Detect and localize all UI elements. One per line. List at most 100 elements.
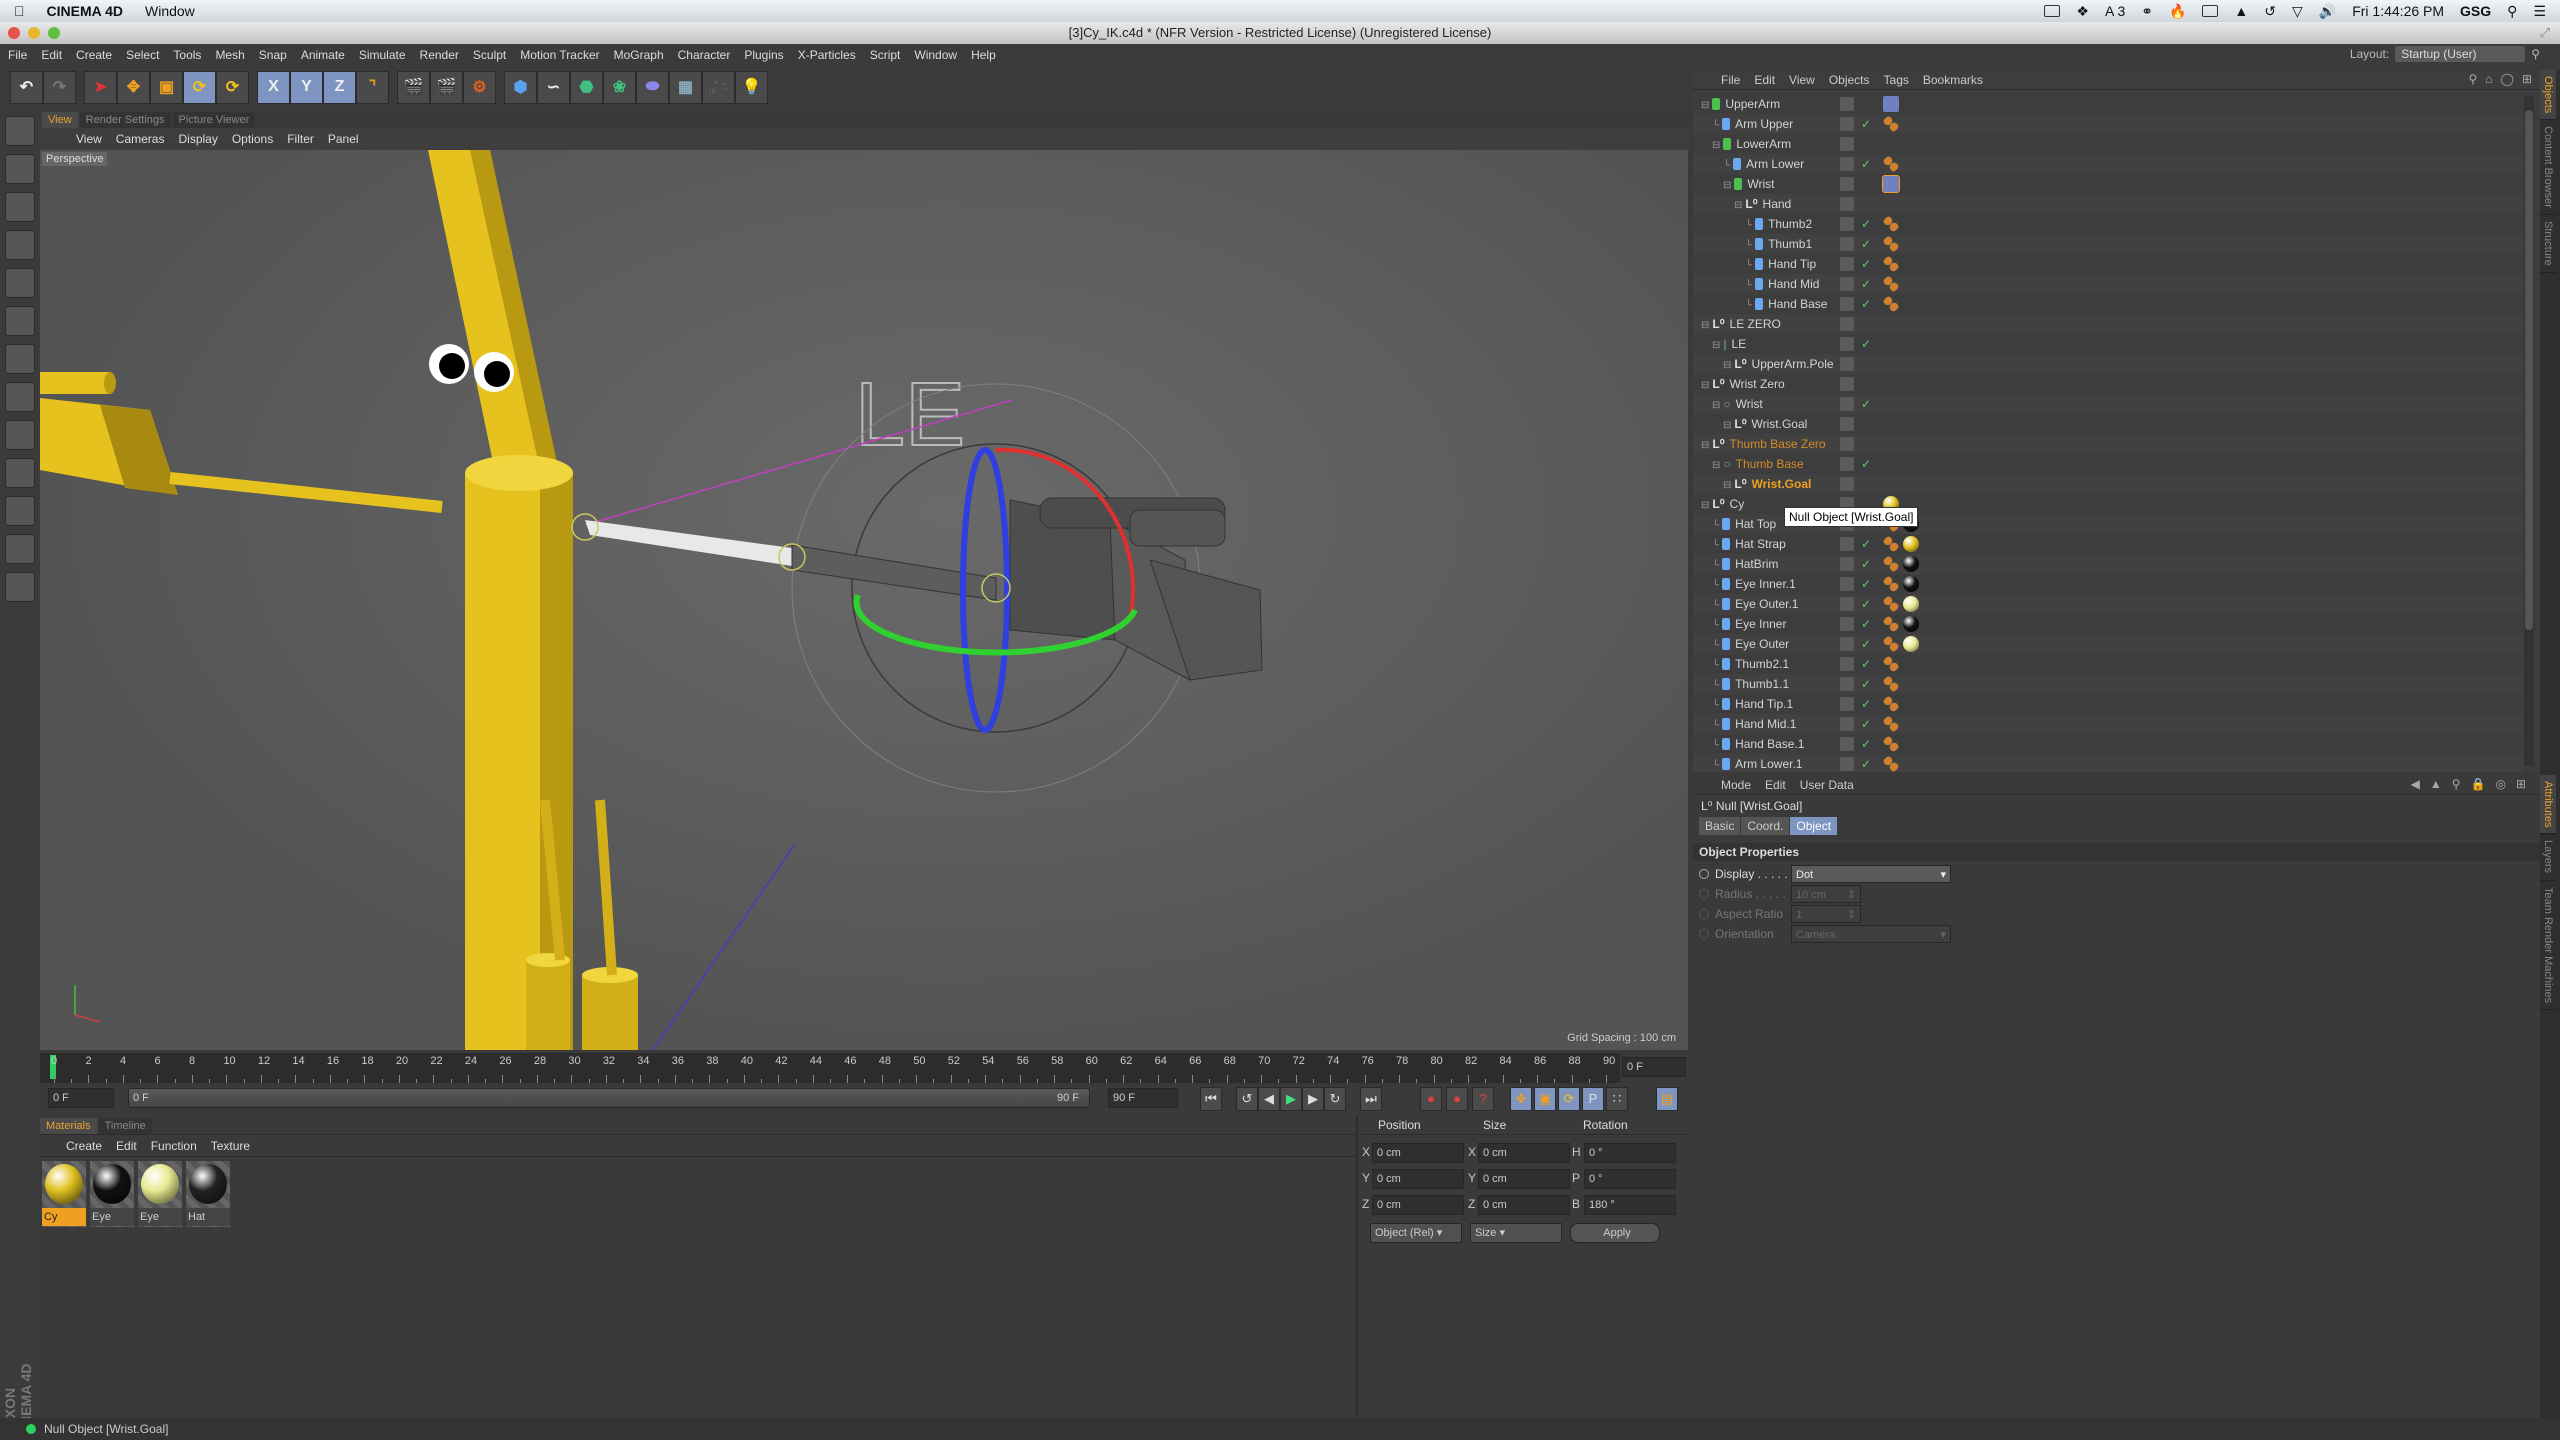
object-name[interactable]: Cy [1730, 497, 1745, 511]
lock-icon[interactable]: 🔒 [2471, 777, 2486, 791]
object-row[interactable]: ⊟ L⁰ Wrist.Goal [1693, 414, 2523, 434]
zoom-window-button[interactable] [48, 27, 60, 39]
move-tool[interactable]: ✥ [117, 70, 150, 104]
expand-toggle-icon[interactable]: └ [1712, 580, 1719, 591]
phong-tag-icon[interactable] [1883, 236, 1899, 252]
expand-toggle-icon[interactable]: ⊟ [1723, 480, 1731, 491]
tweak-mode-icon[interactable] [5, 420, 35, 450]
array-icon[interactable]: ❀ [603, 70, 636, 104]
snap-icon[interactable] [5, 458, 35, 488]
phong-tag-icon[interactable] [1883, 556, 1899, 572]
expand-toggle-icon[interactable]: ⊟ [1734, 200, 1742, 211]
polygons-mode-icon[interactable] [5, 344, 35, 374]
render-picture-viewer-icon[interactable]: 🎬 [430, 70, 463, 104]
object-row[interactable]: ⊟ L⁰ LE ZERO [1693, 314, 2523, 334]
object-name[interactable]: Thumb2 [1768, 217, 1812, 231]
spotlight-icon[interactable]: ⚲ [2507, 3, 2517, 20]
object-row[interactable]: ⊟ ○ Wrist ✓ [1693, 394, 2523, 414]
menu-tools[interactable]: Tools [173, 48, 201, 62]
tab-materials[interactable]: Materials [40, 1118, 97, 1134]
layer-visibility-icon[interactable] [1840, 297, 1854, 311]
object-name[interactable]: HatBrim [1735, 557, 1778, 571]
layer-visibility-icon[interactable] [1840, 377, 1854, 391]
coordinate-system-button[interactable]: ⌝ [356, 70, 389, 104]
object-row[interactable]: ⊟ L⁰ Wrist Zero [1693, 374, 2523, 394]
object-name[interactable]: Thumb1.1 [1735, 677, 1789, 691]
tab-render-settings[interactable]: Render Settings [79, 112, 171, 128]
phong-tag-icon[interactable] [1883, 676, 1899, 692]
home-icon[interactable]: ⌂ [2485, 72, 2492, 86]
object-menu-edit[interactable]: Edit [1754, 73, 1775, 87]
material-tag-icon[interactable] [1903, 556, 1919, 572]
enabled-check-icon[interactable]: ✓ [1861, 154, 1871, 174]
record-active-objects-button[interactable]: ● [1420, 1087, 1442, 1111]
next-frame-button[interactable]: ▶ [1302, 1087, 1324, 1111]
phong-tag-icon[interactable] [1883, 696, 1899, 712]
search-icon[interactable]: ⚲ [2468, 72, 2477, 86]
start-frame-field[interactable]: 0 F [48, 1088, 114, 1108]
creative-cloud-icon[interactable]: ⚭ [2141, 3, 2153, 20]
object-menu-bookmarks[interactable]: Bookmarks [1923, 73, 1983, 87]
object-name[interactable]: Wrist.Goal [1752, 417, 1808, 431]
size-field-z[interactable]: 0 cm [1478, 1195, 1570, 1215]
window-menu[interactable]: Window [145, 3, 195, 19]
dock-tab-content-browser[interactable]: Content Browser [2540, 120, 2556, 216]
object-name[interactable]: Wrist.Goal [1752, 477, 1812, 491]
phong-tag-icon[interactable] [1883, 636, 1899, 652]
layer-visibility-icon[interactable] [1840, 737, 1854, 751]
enabled-check-icon[interactable]: ✓ [1861, 454, 1871, 474]
layer-visibility-icon[interactable] [1840, 237, 1854, 251]
model-mode-icon[interactable] [5, 154, 35, 184]
render-view-icon[interactable]: 🎬 [397, 70, 430, 104]
z-axis-lock[interactable]: Z [323, 70, 356, 104]
object-menu-objects[interactable]: Objects [1829, 73, 1870, 87]
enabled-check-icon[interactable]: ✓ [1861, 614, 1871, 634]
expand-toggle-icon[interactable]: ⊟ [1712, 140, 1720, 151]
monitor-icon[interactable] [2202, 5, 2219, 17]
object-name[interactable]: Arm Lower.1 [1735, 757, 1802, 771]
object-menu-tags[interactable]: Tags [1884, 73, 1909, 87]
attribute-menu-mode[interactable]: Mode [1721, 778, 1751, 792]
end-frame-field[interactable]: 90 F [1108, 1088, 1178, 1108]
autokeying-button[interactable]: ● [1446, 1087, 1468, 1111]
object-menu-file[interactable]: File [1721, 73, 1740, 87]
scrollbar-thumb[interactable] [2525, 110, 2533, 630]
menu-window[interactable]: Window [914, 48, 957, 62]
attribute-tab-object[interactable]: Object [1790, 817, 1838, 835]
object-row[interactable]: └ Thumb2 ✓ [1693, 214, 2523, 234]
dock-tab-structure[interactable]: Structure [2540, 215, 2556, 273]
viewport-menu-cameras[interactable]: Cameras [116, 132, 165, 146]
previous-frame-button[interactable]: ◀ [1258, 1087, 1280, 1111]
back-arrow-icon[interactable]: ◀ [2411, 777, 2420, 791]
coordinate-mode-dropdown[interactable]: Object (Rel) ▾ [1370, 1223, 1462, 1243]
object-name[interactable]: Eye Inner [1735, 617, 1786, 631]
menu-plugins[interactable]: Plugins [744, 48, 783, 62]
expand-toggle-icon[interactable]: └ [1712, 680, 1719, 691]
menu-file[interactable]: File [8, 48, 27, 62]
layer-visibility-icon[interactable] [1840, 417, 1854, 431]
airplay-icon[interactable]: ▲ [2234, 3, 2248, 19]
material-tag-icon[interactable] [1903, 536, 1919, 552]
layer-visibility-icon[interactable] [1840, 617, 1854, 631]
enabled-check-icon[interactable]: ✓ [1861, 714, 1871, 734]
phong-tag-icon[interactable] [1883, 576, 1899, 592]
object-menu-view[interactable]: View [1789, 73, 1815, 87]
layer-visibility-icon[interactable] [1840, 257, 1854, 271]
deformer-icon[interactable]: ⬬ [636, 70, 669, 104]
expand-toggle-icon[interactable]: ⊟ [1701, 320, 1709, 331]
layer-visibility-icon[interactable] [1840, 397, 1854, 411]
timeline-ruler[interactable]: 0 2 4 6 8 10 12 14 16 18 20 22 24 26 28 30 32 34 36 38 40 42 4… [40, 1053, 1620, 1083]
enabled-check-icon[interactable]: ✓ [1861, 654, 1871, 674]
enabled-check-icon[interactable]: ✓ [1861, 554, 1871, 574]
layer-visibility-icon[interactable] [1840, 537, 1854, 551]
menu-simulate[interactable]: Simulate [359, 48, 406, 62]
material-swatch[interactable]: Eye [90, 1161, 134, 1227]
object-name[interactable]: Hand Tip [1768, 257, 1816, 271]
camera-object-icon[interactable]: 🎥 [702, 70, 735, 104]
object-name[interactable]: Eye Outer [1735, 637, 1789, 651]
size-field-y[interactable]: 0 cm [1478, 1169, 1570, 1189]
menu-mograph[interactable]: MoGraph [614, 48, 664, 62]
object-name[interactable]: Wrist [1747, 177, 1774, 191]
attribute-tab-coord[interactable]: Coord. [1741, 817, 1790, 835]
viewport-menu-display[interactable]: Display [178, 132, 217, 146]
